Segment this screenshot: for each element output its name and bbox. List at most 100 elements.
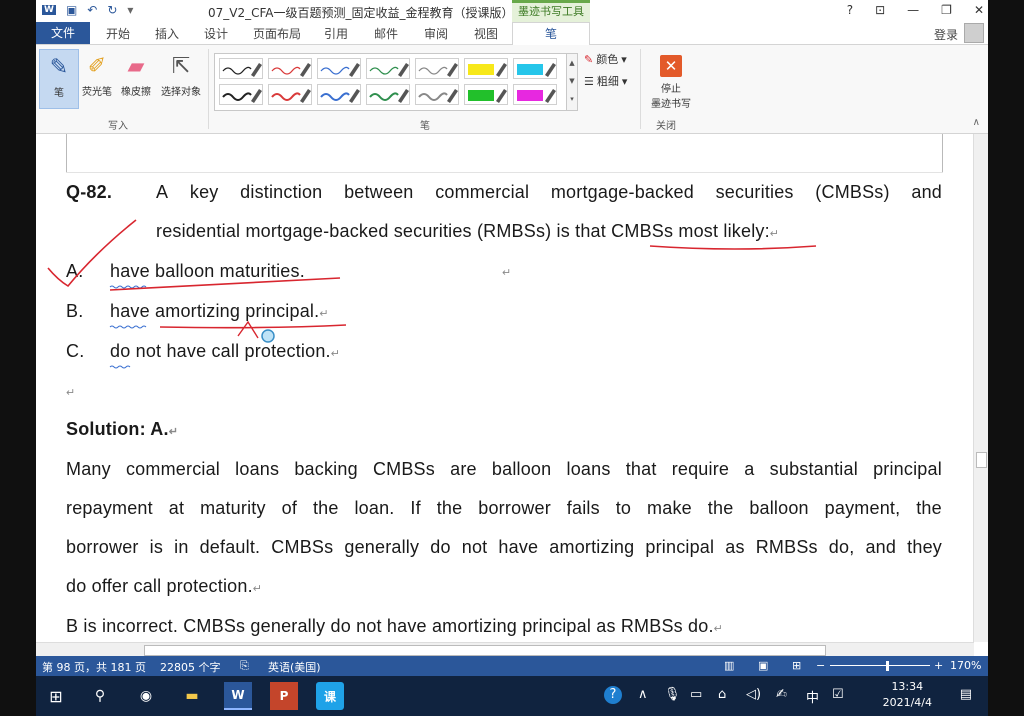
pen-preset[interactable] [464,58,508,79]
eraser-tool-button[interactable]: ▰ 橡皮擦 [116,49,156,99]
pen-preset[interactable] [268,58,312,79]
language-indicator[interactable]: 英语(美国) [268,659,321,675]
read-mode-icon[interactable]: ▥ [724,659,734,672]
margin-guide [942,134,943,172]
save-icon[interactable]: ▣ [66,3,77,17]
classroom-app-icon[interactable]: 课 [316,682,344,710]
pen-preset[interactable] [317,58,361,79]
show-hidden-icons[interactable]: ∧ [638,687,648,702]
clock[interactable]: 13:34 2021/4/4 [883,679,932,711]
select-objects-button[interactable]: ⇱ 选择对象 [156,49,206,99]
zoom-out-icon[interactable]: − [816,659,825,672]
redo-icon[interactable]: ↻ [107,3,117,17]
tab-references[interactable]: 引用 [324,25,348,42]
avatar[interactable] [964,23,984,43]
pen-preset[interactable] [219,58,263,79]
document-page[interactable]: Q-82. Akey distinction between commercial mo… [36,134,974,642]
word-count[interactable]: 22805 个字 [160,659,221,675]
scroll-thumb[interactable] [144,645,826,656]
pen-preset[interactable] [317,84,361,105]
notification-icon[interactable]: ▤ [960,687,972,702]
option-b-letter: B. [66,301,84,321]
proofing-icon[interactable]: ⎘ [240,659,249,673]
zoom-slider[interactable] [830,665,930,666]
solution-word: generally [344,537,420,557]
page-count[interactable]: 第 98 页，共 181 页 [42,659,146,675]
question-word: mortgage-backed [550,182,694,202]
vertical-scrollbar[interactable] [973,134,988,642]
group-separator [208,49,209,129]
collapse-ribbon-icon[interactable]: ∧ [973,117,980,128]
ribbon-tabs: 文件 开始 插入 设计 页面布局 引用 邮件 审阅 视图 笔 登录 [36,22,988,45]
tab-review[interactable]: 审阅 [424,25,448,42]
ribbon-display-button[interactable]: ⊡ [875,3,885,17]
word-icon[interactable]: W [42,5,56,15]
color-icon: ✎ [584,52,594,66]
solution-word: the [707,498,734,518]
spell-squiggle [109,325,147,329]
pen-preset[interactable] [366,58,410,79]
network-icon[interactable]: ⌂ [718,687,726,702]
pen-preset[interactable] [366,84,410,105]
battery-icon[interactable]: ▭ [690,687,702,702]
color-dropdown[interactable]: ✎ 颜色 ▾ [584,51,627,67]
maximize-button[interactable]: ❐ [941,3,952,17]
close-button[interactable]: ✕ [974,3,984,17]
undo-icon[interactable]: ↶ [87,3,97,17]
word-taskbar-icon[interactable]: W [224,682,252,710]
pen-preset[interactable] [464,84,508,105]
media-app-icon[interactable]: ◉ [132,682,160,710]
ime-indicator[interactable]: 中 [806,687,819,706]
customize-qat-icon[interactable]: ▾ [127,3,133,17]
microphone-icon[interactable]: 🎙 [664,687,681,702]
tab-design[interactable]: 设计 [204,25,228,42]
pen-preset[interactable] [415,84,459,105]
tab-pen[interactable]: 笔 [512,22,590,45]
print-layout-icon[interactable]: ▣ [758,659,768,672]
tab-file[interactable]: 文件 [36,22,90,44]
solution-word: CMBSs [372,459,435,479]
tab-view[interactable]: 视图 [474,25,498,42]
pen-tool-button[interactable]: ✎ 笔 [39,49,79,109]
pen-preset[interactable] [513,58,557,79]
pen-icon: ✎ [49,54,69,80]
option-a-text: have balloon maturities. [110,261,305,281]
help-tray-icon[interactable]: ? [604,686,622,704]
start-windows-icon[interactable]: ⊞ [42,682,70,710]
b-incorrect-line: B is incorrect. CMBSs generally do not h… [66,616,724,636]
highlighter-tool-button[interactable]: ✐ 荧光笔 [77,49,117,99]
tab-insert[interactable]: 插入 [155,25,179,42]
web-layout-icon[interactable]: ⊞ [792,659,801,672]
stop-inking-button[interactable]: ✕ 停止 墨迹书写 [646,51,696,110]
solution-word: do [430,537,451,557]
pen-workspace-icon[interactable]: ✍ [776,687,787,702]
pen-preset[interactable] [513,84,557,105]
help-button[interactable]: ? [847,3,853,17]
file-explorer-icon[interactable]: ▬ [178,682,206,710]
zoom-slider-thumb[interactable] [886,661,889,671]
zoom-level[interactable]: 170% [950,659,981,672]
horizontal-scrollbar[interactable] [36,642,974,657]
solution-word: the [916,498,942,518]
pen-preset[interactable] [268,84,312,105]
spell-squiggle [109,285,147,289]
weight-dropdown[interactable]: ☰ 粗细 ▾ [584,73,627,89]
search-icon[interactable]: ⚲ [86,682,114,710]
scroll-thumb[interactable] [976,452,987,468]
powerpoint-taskbar-icon[interactable]: P [270,682,298,710]
tab-page-layout[interactable]: 页面布局 [253,25,301,42]
question-word: between [344,182,414,202]
minimize-button[interactable]: — [907,3,919,17]
pen-gallery-scroll[interactable]: ▲ ▼ ▾ [566,53,578,111]
zoom-in-icon[interactable]: + [934,659,943,672]
solution-heading: Solution: A.↵ [66,419,179,439]
solution-line-2: repayment at maturity of the loan. If the borrow… [66,498,942,519]
tab-mailings[interactable]: 邮件 [374,25,398,42]
pen-preset[interactable] [415,58,459,79]
pen-preset[interactable] [219,84,263,105]
tab-home[interactable]: 开始 [106,25,130,42]
checkbox-tray-icon[interactable]: ☑ [832,687,844,702]
solution-word: and [865,537,897,557]
sign-in-link[interactable]: 登录 [934,26,958,43]
volume-icon[interactable]: ◁) [746,687,761,702]
